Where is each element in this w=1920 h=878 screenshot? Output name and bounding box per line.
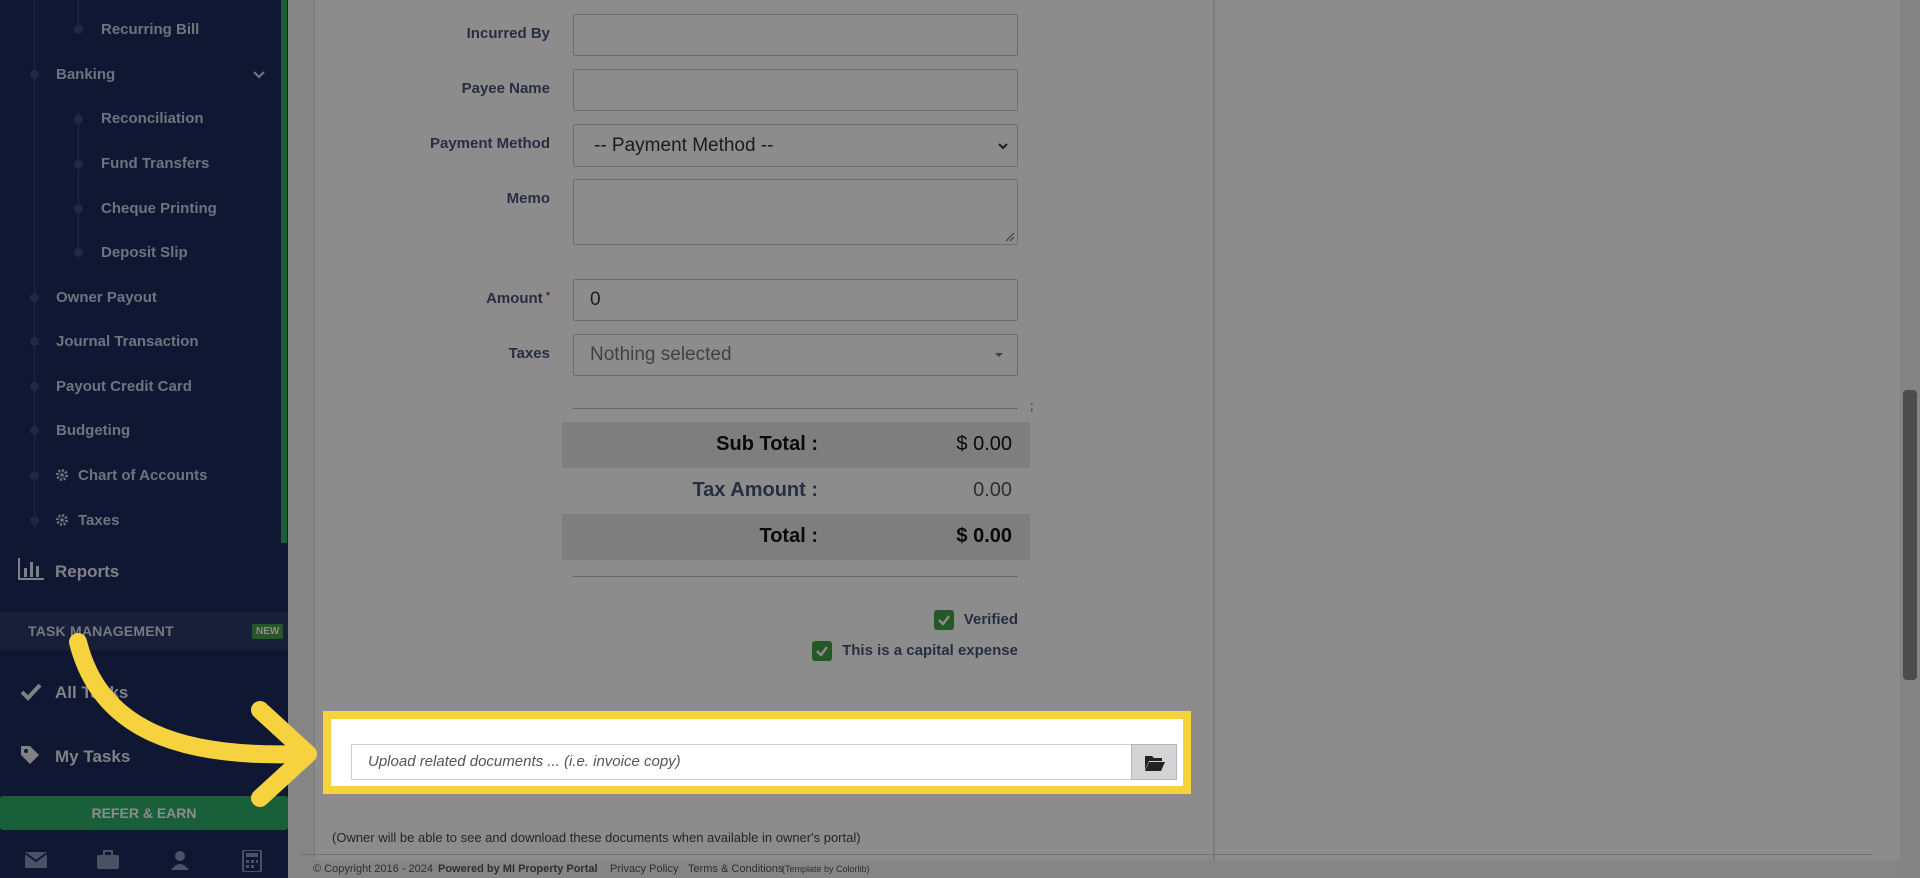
sidebar-item-payout-credit-card[interactable]: Payout Credit Card — [56, 378, 192, 395]
subtotal-label: Sub Total : — [716, 433, 818, 455]
page-scrollbar[interactable] — [1900, 0, 1920, 878]
payment-method-value: -- Payment Method -- — [594, 135, 774, 156]
calculator-icon[interactable] — [240, 850, 264, 872]
tree-dot — [74, 160, 83, 169]
tree-dot — [30, 471, 39, 480]
amount-label: Amount * — [370, 290, 550, 307]
tree-dot — [74, 248, 83, 257]
envelope-icon[interactable] — [24, 850, 48, 870]
capital-expense-label: This is a capital expense — [842, 641, 1018, 659]
divider — [573, 408, 1018, 409]
tree-dot — [30, 70, 39, 79]
tax-amount-label: Tax Amount : — [692, 479, 818, 501]
total-value: $ 0.00 — [956, 525, 1012, 547]
total-label: Total : — [759, 525, 818, 547]
upload-documents-input[interactable]: Upload related documents ... (i.e. invoi… — [351, 744, 1131, 780]
tax-amount-row: Tax Amount : 0.00 — [562, 468, 1030, 514]
payee-name-label: Payee Name — [461, 80, 550, 97]
tree-dot — [74, 204, 83, 213]
sidebar-item-fund-transfers[interactable]: Fund Transfers — [101, 155, 209, 172]
incurred-by-input[interactable] — [573, 14, 1018, 56]
browse-button[interactable] — [1131, 744, 1177, 780]
pointer-arrow-icon — [69, 633, 317, 807]
taxes-select[interactable]: Nothing selected — [573, 334, 1018, 376]
tree-dot — [30, 337, 39, 346]
sidebar-item-journal-transaction[interactable]: Journal Transaction — [56, 333, 199, 350]
sidebar-item-banking[interactable]: Banking — [56, 66, 115, 83]
sidebar-scroll-indicator — [281, 0, 287, 543]
subtotal-value: $ 0.00 — [956, 433, 1012, 455]
upload-highlight: Upload related documents ... (i.e. invoi… — [323, 711, 1191, 794]
incurred-by-label: Incurred By — [466, 25, 550, 42]
sidebar-item-chart-of-accounts[interactable]: Chart of Accounts — [78, 467, 207, 484]
required-marker: * — [545, 290, 550, 302]
tax-amount-value: 0.00 — [973, 479, 1012, 501]
capital-expense-checkbox-group[interactable]: This is a capital expense — [812, 641, 1018, 661]
folder-open-icon — [1145, 756, 1165, 771]
separator-mark: ; — [1030, 398, 1034, 413]
sidebar-item-owner-payout[interactable]: Owner Payout — [56, 289, 157, 306]
bar-chart-icon — [18, 558, 44, 580]
sidebar-item-recurring-bill[interactable]: Recurring Bill — [101, 21, 199, 38]
check-icon — [816, 646, 829, 657]
chevron-down-icon — [998, 142, 1008, 149]
briefcase-icon[interactable] — [96, 850, 120, 870]
subtotal-row: Sub Total : $ 0.00 — [562, 422, 1030, 468]
sidebar-item-reports[interactable]: Reports — [55, 562, 119, 582]
payment-method-label: Payment Method — [429, 135, 550, 152]
total-row: Total : $ 0.00 — [562, 514, 1030, 560]
memo-label: Memo — [506, 190, 550, 207]
check-icon — [20, 683, 42, 701]
footer-privacy-link[interactable]: Privacy Policy — [610, 863, 678, 875]
tree-dot — [74, 25, 83, 34]
payment-method-select[interactable]: -- Payment Method -- — [573, 124, 1018, 167]
taxes-value: Nothing selected — [590, 344, 732, 365]
sidebar-bottom-icons — [0, 842, 288, 878]
check-icon — [937, 615, 950, 626]
sidebar-item-taxes[interactable]: Taxes — [78, 512, 119, 529]
right-column — [1214, 0, 1900, 860]
divider — [573, 576, 1018, 577]
upload-note: (Owner will be able to see and download … — [332, 830, 861, 845]
user-icon[interactable] — [168, 850, 192, 870]
capital-expense-row: This is a capital expense — [573, 641, 1018, 663]
verified-checkbox[interactable] — [933, 610, 954, 630]
sidebar-item-deposit-slip[interactable]: Deposit Slip — [101, 244, 188, 261]
tree-dot — [30, 293, 39, 302]
scrollbar-thumb[interactable] — [1903, 390, 1917, 680]
amount-input[interactable]: 0 — [573, 279, 1018, 321]
footer-copyright: © Copyright 2016 - 2024 — [313, 863, 434, 875]
memo-textarea[interactable] — [573, 179, 1018, 245]
taxes-label: Taxes — [508, 345, 550, 362]
verified-checkbox-group[interactable]: Verified — [933, 610, 1018, 630]
sidebar-item-budgeting[interactable]: Budgeting — [56, 422, 130, 439]
payee-name-input[interactable] — [573, 69, 1018, 111]
gear-icon — [56, 469, 68, 481]
sidebar-item-reconciliation[interactable]: Reconciliation — [101, 110, 204, 127]
footer: © Copyright 2016 - 2024 Powered by MI Pr… — [300, 854, 1872, 878]
tree-line — [34, 0, 35, 528]
sidebar-item-cheque-printing[interactable]: Cheque Printing — [101, 200, 217, 217]
footer-powered[interactable]: Powered by MI Property Portal — [438, 863, 598, 875]
gear-icon — [56, 514, 68, 526]
capital-expense-checkbox[interactable] — [812, 641, 833, 661]
amount-value: 0 — [590, 289, 601, 310]
amount-label-text: Amount — [486, 290, 543, 307]
tree-dot — [30, 382, 39, 391]
chevron-down-icon[interactable] — [252, 68, 266, 82]
tree-line — [78, 110, 79, 260]
footer-template: (Template by Colorlib) — [782, 864, 870, 874]
resize-handle-icon[interactable] — [1005, 232, 1015, 242]
tag-icon — [21, 746, 39, 764]
tree-dot — [30, 426, 39, 435]
verified-label: Verified — [963, 610, 1018, 628]
tree-dot — [30, 516, 39, 525]
verified-row: Verified — [573, 610, 1018, 632]
footer-terms-link[interactable]: Terms & Conditions — [688, 863, 783, 875]
tree-dot — [74, 115, 83, 124]
caret-down-icon — [995, 353, 1003, 357]
